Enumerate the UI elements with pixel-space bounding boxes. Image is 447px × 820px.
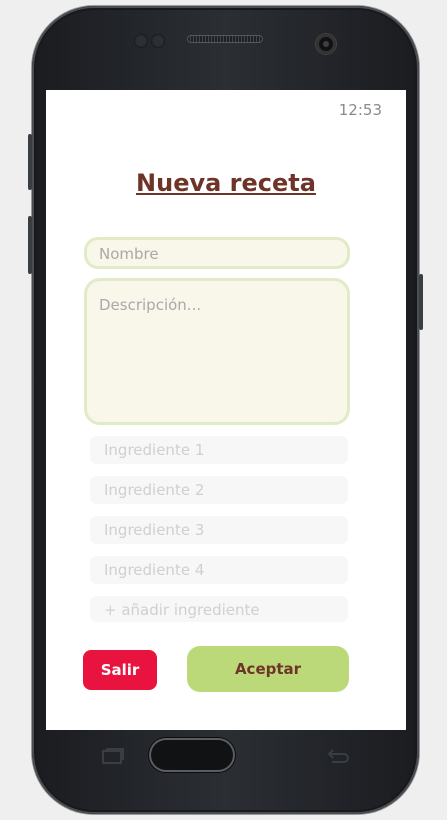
camera-icon (316, 34, 336, 54)
power-button (28, 134, 32, 190)
ingredient-input-4[interactable]: Ingrediente 4 (90, 556, 348, 584)
ingredient-input-1[interactable]: Ingrediente 1 (90, 436, 348, 464)
add-ingredient-button[interactable]: + añadir ingrediente (90, 596, 348, 622)
name-input[interactable]: Nombre (84, 237, 350, 269)
accept-button[interactable]: Aceptar (187, 646, 349, 692)
description-placeholder: Descripción... (99, 296, 202, 314)
light-sensor (151, 34, 165, 48)
volume-button (28, 216, 32, 274)
speaker-grille (187, 35, 263, 43)
home-button[interactable] (149, 738, 235, 772)
ingredient-input-3[interactable]: Ingrediente 3 (90, 516, 348, 544)
ingredient-input-2[interactable]: Ingrediente 2 (90, 476, 348, 504)
description-input[interactable]: Descripción... (84, 278, 350, 425)
recent-apps-icon[interactable] (99, 746, 125, 766)
side-button-right (419, 274, 423, 330)
proximity-sensor (134, 34, 148, 48)
app-screen: 12:53 Nueva receta Nombre Descripción...… (46, 90, 406, 730)
exit-button[interactable]: Salir (83, 650, 157, 690)
status-time: 12:53 (338, 101, 382, 119)
page-title: Nueva receta (136, 169, 316, 197)
name-placeholder: Nombre (99, 245, 159, 263)
back-icon[interactable] (324, 746, 350, 766)
